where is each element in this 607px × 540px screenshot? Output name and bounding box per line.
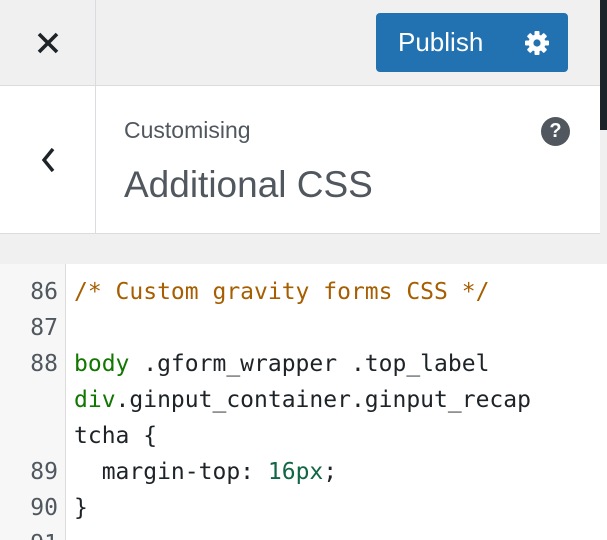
publish-label: Publish [398,27,484,57]
code-token-number: 16px [267,459,324,485]
line-number: 88 [30,351,58,377]
close-icon [37,32,58,53]
back-button[interactable] [0,86,96,233]
line-number: 89 [30,459,58,485]
code-token-plain: margin-top: [74,459,268,485]
line-number: 90 [30,495,58,521]
line-number [0,418,58,454]
code-token-tag: body [74,351,130,377]
code-line[interactable]: body .gform_wrapper .top_label [74,346,489,382]
line-number: 87 [30,315,58,341]
code-token-plain: .gform_wrapper .top_label [129,351,490,377]
help-button[interactable]: ? [541,117,570,146]
breadcrumb: Customising [124,117,251,143]
code-token-tag: div [74,387,116,413]
close-button[interactable] [0,0,96,85]
section-header: Customising Additional CSS [0,86,600,234]
css-code-editor[interactable]: 86 /* Custom gravity forms CSS */ 87 88 body… [0,264,607,540]
publish-button[interactable]: Publish [376,13,568,72]
code-line[interactable]: margin-top: 16px; [74,454,337,490]
code-token-plain: .ginput_container.ginput_recap [115,387,531,413]
line-number: 91 [0,526,58,540]
code-line[interactable]: } [74,490,88,526]
admin-bar-edge [600,0,607,130]
customizer-header: Publish [0,0,600,86]
code-line[interactable]: /* Custom gravity forms CSS */ [74,274,489,310]
code-token-plain: } [74,495,88,521]
code-token-plain: ; [323,459,338,485]
help-icon: ? [549,120,562,142]
code-token-plain: tcha { [74,423,158,449]
code-line[interactable]: tcha { [74,418,157,454]
line-number [0,382,58,418]
chevron-left-icon [41,147,54,172]
code-token-comment: /* Custom gravity forms CSS */ [74,279,490,305]
editor-top-spacer [0,234,600,264]
page-title: Additional CSS [124,164,373,205]
line-number: 86 [30,279,58,305]
code-line[interactable]: div.ginput_container.ginput_recap [74,382,531,418]
gear-icon[interactable] [524,30,550,56]
